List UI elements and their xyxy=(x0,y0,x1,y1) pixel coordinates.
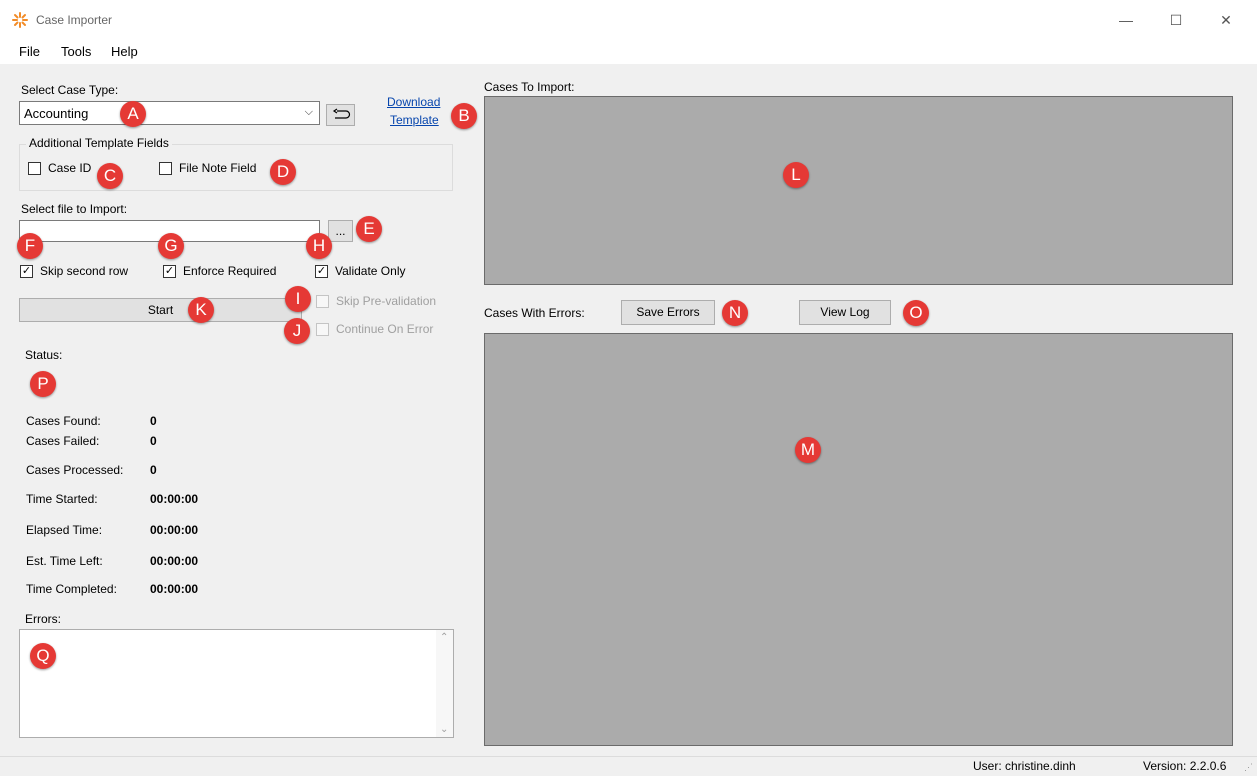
file-note-checkbox[interactable] xyxy=(159,162,172,175)
time-started-value: 00:00:00 xyxy=(150,492,199,506)
cases-to-import-grid[interactable] xyxy=(484,96,1233,285)
marker-d: D xyxy=(270,159,296,185)
menu-bar xyxy=(0,40,1257,64)
skip-prevalidation-checkbox[interactable] xyxy=(316,295,329,308)
case-type-label: Select Case Type: xyxy=(21,83,119,97)
footer-user: User: christine.dinh xyxy=(973,759,1076,773)
scroll-up-icon[interactable]: ⌃ xyxy=(440,632,448,643)
elapsed-time-value: 00:00:00 xyxy=(150,523,199,537)
cases-failed-label: Cases Failed: xyxy=(26,434,100,448)
enforce-required-checkbox[interactable]: ✓ xyxy=(163,265,176,278)
cases-found-label: Cases Found: xyxy=(26,414,101,428)
status-label: Status: xyxy=(25,348,63,362)
case-type-value: Accounting xyxy=(24,106,89,121)
close-button[interactable]: ✕ xyxy=(1203,0,1249,40)
time-started-label: Time Started: xyxy=(26,492,98,506)
download-template-link-line1[interactable]: Download xyxy=(387,95,440,109)
marker-j: J xyxy=(284,318,310,344)
scroll-down-icon[interactable]: ⌄ xyxy=(440,724,448,735)
download-template-link-line2[interactable]: Template xyxy=(390,113,439,127)
marker-c: C xyxy=(97,163,123,189)
elapsed-time-label: Elapsed Time: xyxy=(26,523,103,537)
window-title: Case Importer xyxy=(36,13,113,27)
menu-file[interactable]: File xyxy=(19,44,40,59)
errors-scrollbar[interactable]: ⌃ ⌄ xyxy=(436,630,453,737)
marker-g: G xyxy=(158,233,184,259)
case-id-checkbox[interactable] xyxy=(28,162,41,175)
errors-textarea[interactable]: ⌃ ⌄ xyxy=(19,629,454,738)
marker-i: I xyxy=(285,286,311,312)
maximize-button[interactable]: ☐ xyxy=(1153,0,1199,40)
est-time-left-value: 00:00:00 xyxy=(150,554,199,568)
view-log-button[interactable]: View Log xyxy=(799,300,891,325)
marker-q: Q xyxy=(30,643,56,669)
menu-help[interactable]: Help xyxy=(111,44,138,59)
case-type-select[interactable]: Accounting ⌵ xyxy=(19,101,320,125)
time-completed-label: Time Completed: xyxy=(26,582,117,596)
chevron-down-icon: ⌵ xyxy=(304,106,313,118)
marker-n: N xyxy=(722,300,748,326)
marker-p: P xyxy=(30,371,56,397)
marker-o: O xyxy=(903,300,929,326)
cases-processed-label: Cases Processed: xyxy=(26,463,124,477)
skip-second-row-checkbox[interactable]: ✓ xyxy=(20,265,33,278)
errors-label: Errors: xyxy=(25,612,61,626)
cases-processed-value: 0 xyxy=(150,463,157,477)
resize-grip-icon[interactable]: ⋰ xyxy=(1244,762,1253,773)
additional-fields-legend: Additional Template Fields xyxy=(26,136,172,150)
file-import-label: Select file to Import: xyxy=(21,202,128,216)
cases-with-errors-label: Cases With Errors: xyxy=(484,306,585,320)
skip-second-row-label: Skip second row xyxy=(40,264,129,278)
cases-to-import-label: Cases To Import: xyxy=(484,80,575,94)
marker-e: E xyxy=(356,216,382,242)
case-id-label: Case ID xyxy=(48,161,92,175)
reset-button[interactable] xyxy=(326,104,355,126)
marker-m: M xyxy=(795,437,821,463)
validate-only-label: Validate Only xyxy=(335,264,406,278)
title-bar xyxy=(0,0,1257,40)
browse-button[interactable]: ... xyxy=(328,220,353,242)
marker-l: L xyxy=(783,162,809,188)
marker-h: H xyxy=(306,233,332,259)
footer-version: Version: 2.2.0.6 xyxy=(1143,759,1227,773)
menu-tools[interactable]: Tools xyxy=(61,44,91,59)
file-note-label: File Note Field xyxy=(179,161,257,175)
app-logo-icon xyxy=(12,12,28,28)
marker-f: F xyxy=(17,233,43,259)
skip-prevalidation-label: Skip Pre-validation xyxy=(336,294,437,308)
undo-icon xyxy=(332,108,350,119)
marker-k: K xyxy=(188,297,214,323)
est-time-left-label: Est. Time Left: xyxy=(26,554,103,568)
validate-only-checkbox[interactable]: ✓ xyxy=(315,265,328,278)
marker-b: B xyxy=(451,103,477,129)
enforce-required-label: Enforce Required xyxy=(183,264,277,278)
start-button[interactable]: Start xyxy=(19,298,302,322)
marker-a: A xyxy=(120,101,146,127)
continue-on-error-label: Continue On Error xyxy=(336,322,434,336)
cases-failed-value: 0 xyxy=(150,434,157,448)
minimize-button[interactable]: — xyxy=(1103,0,1149,40)
cases-with-errors-grid[interactable] xyxy=(484,333,1233,746)
time-completed-value: 00:00:00 xyxy=(150,582,199,596)
save-errors-button[interactable]: Save Errors xyxy=(621,300,715,325)
continue-on-error-checkbox[interactable] xyxy=(316,323,329,336)
cases-found-value: 0 xyxy=(150,414,157,428)
